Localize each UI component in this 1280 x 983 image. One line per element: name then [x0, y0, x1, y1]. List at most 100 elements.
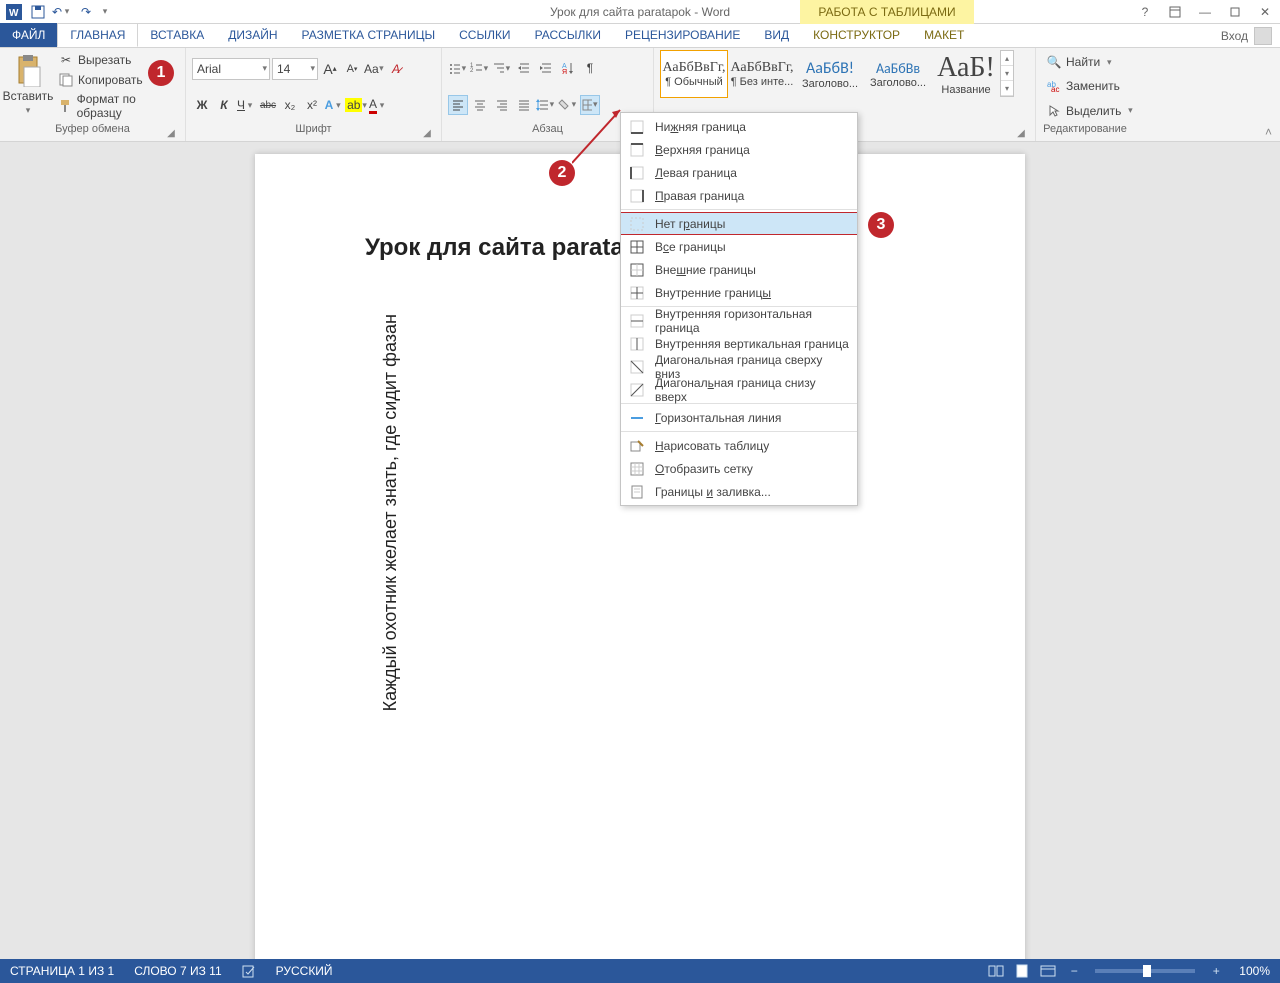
underline-button[interactable]: Ч▾: [236, 95, 256, 115]
menu-borders-shading[interactable]: Границы и заливка...: [621, 480, 857, 503]
superscript-button[interactable]: x²: [302, 95, 322, 115]
tab-mailings[interactable]: РАССЫЛКИ: [523, 23, 613, 47]
border-diagdown-icon: [629, 359, 645, 375]
tab-home[interactable]: ГЛАВНАЯ: [57, 23, 138, 47]
status-proofing-icon[interactable]: [232, 964, 266, 978]
help-icon[interactable]: ?: [1130, 0, 1160, 24]
border-outside-icon: [629, 262, 645, 278]
menu-horizontal-line[interactable]: Горизонтальная линия: [621, 406, 857, 429]
indent-increase-icon[interactable]: [536, 58, 556, 78]
status-words[interactable]: СЛОВО 7 ИЗ 11: [124, 964, 231, 978]
svg-text:ac: ac: [1051, 85, 1059, 93]
menu-outside-borders[interactable]: Внешние границы: [621, 258, 857, 281]
grow-font-icon[interactable]: A▴: [320, 59, 340, 79]
select-button[interactable]: Выделить▾: [1042, 101, 1139, 121]
qat-customize-icon[interactable]: ▾: [100, 6, 110, 17]
group-font-label: Шрифт: [295, 123, 331, 135]
status-page[interactable]: СТРАНИЦА 1 ИЗ 1: [0, 964, 124, 978]
clipboard-launcher-icon[interactable]: ◢: [165, 127, 177, 139]
view-read-icon[interactable]: [983, 959, 1009, 983]
format-painter-button[interactable]: Формат по образцу: [54, 90, 179, 122]
window-title: Урок для сайта paratapok - Word: [0, 5, 1280, 19]
view-web-icon[interactable]: [1035, 959, 1061, 983]
close-icon[interactable]: ✕: [1250, 0, 1280, 24]
menu-no-border[interactable]: Нет границы: [621, 212, 857, 235]
zoom-slider[interactable]: [1095, 969, 1195, 973]
title-bar: W ↶▾ ↷ ▾ Урок для сайта paratapok - Word…: [0, 0, 1280, 24]
font-size-combo[interactable]: 14▾: [272, 58, 318, 80]
tab-view[interactable]: ВИД: [752, 23, 801, 47]
style-no-spacing[interactable]: АаБбВвГг,¶ Без инте...: [728, 50, 796, 98]
menu-inside-horizontal[interactable]: Внутренняя горизонтальная граница: [621, 309, 857, 332]
collapse-ribbon-icon[interactable]: ˄: [1265, 125, 1272, 139]
tab-constructor[interactable]: КОНСТРУКТОР: [801, 23, 912, 47]
text-effects-button[interactable]: A▾: [324, 95, 344, 115]
bold-button[interactable]: Ж: [192, 95, 212, 115]
tab-file[interactable]: ФАЙЛ: [0, 23, 57, 47]
zoom-in-icon[interactable]: +: [1203, 959, 1229, 983]
tab-insert[interactable]: ВСТАВКА: [138, 23, 216, 47]
numbering-button[interactable]: 12▾: [470, 58, 490, 78]
menu-inside-borders[interactable]: Внутренние границы: [621, 281, 857, 304]
align-left-icon[interactable]: [448, 95, 468, 115]
multilevel-button[interactable]: ▾: [492, 58, 512, 78]
ribbon-options-icon[interactable]: [1160, 0, 1190, 24]
styles-gallery-scroll[interactable]: ▴▾▾: [1000, 50, 1014, 97]
tab-table-layout[interactable]: МАКЕТ: [912, 23, 976, 47]
save-icon[interactable]: [28, 2, 48, 22]
menu-all-borders[interactable]: Все границы: [621, 235, 857, 258]
quick-access-toolbar: W ↶▾ ↷ ▾: [0, 2, 110, 22]
restore-icon[interactable]: [1220, 0, 1250, 24]
sort-button[interactable]: AЯ: [558, 58, 578, 78]
indent-decrease-icon[interactable]: [514, 58, 534, 78]
tab-page-layout[interactable]: РАЗМЕТКА СТРАНИЦЫ: [290, 23, 448, 47]
line-spacing-button[interactable]: ▾: [536, 95, 556, 115]
style-heading1[interactable]: АаБбВ!Заголово...: [796, 50, 864, 98]
tab-review[interactable]: РЕЦЕНЗИРОВАНИЕ: [613, 23, 752, 47]
style-heading2[interactable]: АаБбВвЗаголово...: [864, 50, 932, 98]
status-language[interactable]: РУССКИЙ: [266, 964, 343, 978]
ribbon-tabs: ФАЙЛ ГЛАВНАЯ ВСТАВКА ДИЗАЙН РАЗМЕТКА СТР…: [0, 24, 1280, 48]
subscript-button[interactable]: x₂: [280, 95, 300, 115]
menu-left-border[interactable]: Левая граница: [621, 161, 857, 184]
style-title[interactable]: АаБ!Название: [932, 50, 1000, 98]
undo-icon[interactable]: ↶▾: [52, 2, 72, 22]
italic-button[interactable]: К: [214, 95, 234, 115]
minimize-icon[interactable]: —: [1190, 0, 1220, 24]
style-normal[interactable]: АаБбВвГг,¶ Обычный: [660, 50, 728, 98]
find-button[interactable]: 🔍Найти▾: [1042, 52, 1118, 72]
menu-top-border[interactable]: Верхняя граница: [621, 138, 857, 161]
align-center-icon[interactable]: [470, 95, 490, 115]
strike-button[interactable]: abc: [258, 95, 278, 115]
change-case-button[interactable]: Aa▾: [364, 59, 384, 79]
align-right-icon[interactable]: [492, 95, 512, 115]
bullets-button[interactable]: ▾: [448, 58, 468, 78]
zoom-out-icon[interactable]: −: [1061, 959, 1087, 983]
menu-right-border[interactable]: Правая граница: [621, 184, 857, 207]
menu-bottom-border[interactable]: Нижняя граница: [621, 115, 857, 138]
show-marks-icon[interactable]: ¶: [580, 58, 600, 78]
vertical-text: Каждый охотник желает знать, где сидит ф…: [380, 314, 401, 711]
font-color-button[interactable]: A▾: [368, 95, 388, 115]
paste-button[interactable]: Вставить ▾: [6, 50, 50, 120]
styles-launcher-icon[interactable]: ◢: [1015, 127, 1027, 139]
scissors-icon: ✂: [58, 52, 74, 68]
shrink-font-icon[interactable]: A▾: [342, 59, 362, 79]
menu-draw-table[interactable]: Нарисовать таблицу: [621, 434, 857, 457]
tab-design[interactable]: ДИЗАЙН: [216, 23, 289, 47]
replace-button[interactable]: abacЗаменить: [1042, 76, 1124, 96]
menu-view-gridlines[interactable]: Отобразить сетку: [621, 457, 857, 480]
signin-area[interactable]: Вход: [1221, 24, 1272, 48]
redo-icon[interactable]: ↷: [76, 2, 96, 22]
view-print-icon[interactable]: [1009, 959, 1035, 983]
menu-diagonal-up[interactable]: Диагональная граница снизу вверх: [621, 378, 857, 401]
zoom-level[interactable]: 100%: [1229, 964, 1280, 978]
clear-format-icon[interactable]: A̷: [386, 59, 406, 79]
callout-2: 2: [549, 160, 575, 186]
align-justify-icon[interactable]: [514, 95, 534, 115]
gridlines-icon: [629, 461, 645, 477]
tab-references[interactable]: ССЫЛКИ: [447, 23, 522, 47]
font-name-combo[interactable]: Arial▾: [192, 58, 270, 80]
highlight-button[interactable]: ab▾: [346, 95, 366, 115]
font-launcher-icon[interactable]: ◢: [421, 127, 433, 139]
